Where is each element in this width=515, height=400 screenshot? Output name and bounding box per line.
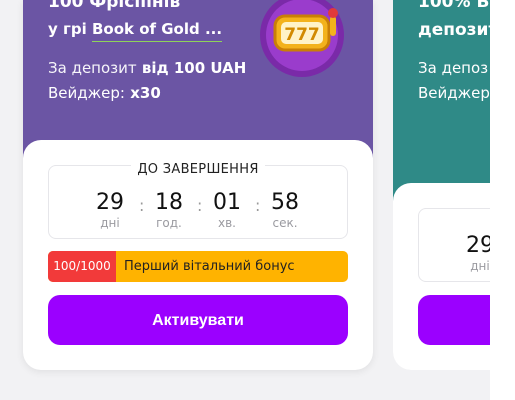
slot-777-icon: 777: [260, 0, 344, 77]
bonus-game-line: у грі Book of Gold ...: [48, 20, 223, 42]
timer-seconds-value: 58: [271, 190, 299, 215]
bonus-progress-bar: 100/1000 Перший вітальний бонус: [48, 251, 348, 282]
deposit-label: За депозит: [48, 59, 137, 77]
wager-label: Вейджер:: [48, 84, 125, 102]
timer-minutes-value: 01: [213, 190, 241, 215]
activate-button[interactable]: Активувати: [48, 295, 348, 345]
timer-days: 29 дні: [85, 190, 135, 230]
deposit-line: За депозит від 100 UAH: [48, 59, 246, 77]
timer-hours: 18 год.: [144, 190, 194, 230]
deposit-value: від 100 UAH: [141, 59, 247, 77]
scroll-edge-divider: [490, 0, 515, 400]
timer-seconds: 58 сек.: [260, 190, 310, 230]
wager-label: Вейджер: [418, 84, 490, 102]
bonus-card-body: ДО ЗАВЕРШЕННЯ 29 дні : 18 год. : 01 хв. …: [23, 140, 373, 370]
svg-text:777: 777: [284, 25, 320, 45]
game-name-link[interactable]: Book of Gold ...: [91, 20, 223, 42]
bonus-title: 100 Фріспінів: [48, 0, 181, 12]
bonus-count-badge: 100/1000: [48, 251, 116, 282]
game-prefix: у грі: [48, 20, 87, 38]
timer-minutes: 01 хв.: [202, 190, 252, 230]
deposit-label: За депоз: [418, 59, 489, 77]
timer-days-label: дні: [100, 216, 120, 230]
timer-seconds-label: сек.: [272, 216, 298, 230]
timer-minutes-label: хв.: [218, 216, 236, 230]
timer-hours-value: 18: [155, 190, 183, 215]
wager-line: Вейджер: x30: [48, 84, 161, 102]
timer-days-value: 29: [96, 190, 124, 215]
bonus-subtitle: депозит: [418, 20, 499, 40]
bonus-title: 100% Бо: [418, 0, 502, 12]
bonus-progress-label: Перший вітальний бонус: [124, 259, 295, 274]
countdown-timer: ДО ЗАВЕРШЕННЯ 29 дні : 18 год. : 01 хв. …: [48, 162, 348, 239]
bonus-card-freespins: 100 Фріспінів у грі Book of Gold ... За …: [23, 0, 373, 370]
wager-value: x30: [130, 84, 161, 102]
timer-hours-label: год.: [156, 216, 182, 230]
timer-caption: ДО ЗАВЕРШЕННЯ: [131, 162, 265, 177]
